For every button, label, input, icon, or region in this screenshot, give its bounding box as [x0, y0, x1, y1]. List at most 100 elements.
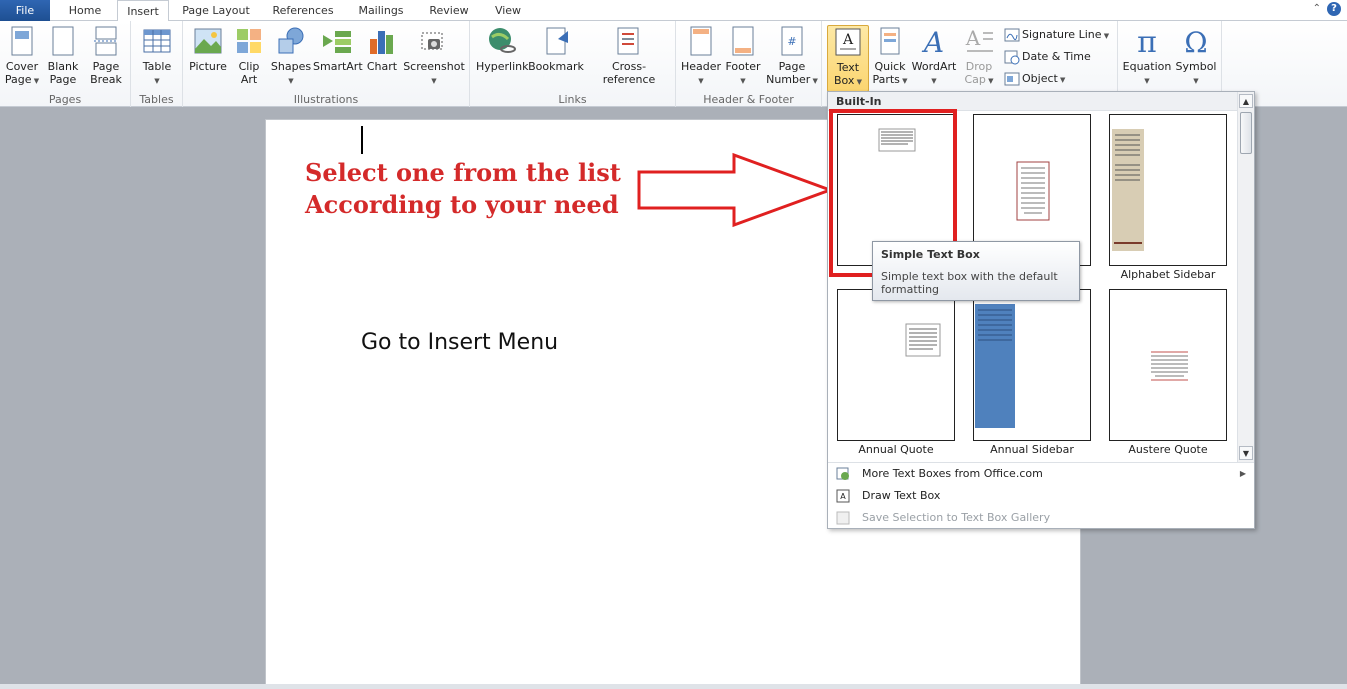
gallery-item-alphabet-sidebar[interactable]	[1109, 114, 1227, 266]
equation-button[interactable]: π Equation ▼	[1120, 25, 1174, 88]
footer-button[interactable]: Footer ▼	[722, 25, 764, 88]
gallery-scrollbar[interactable]: ▲ ▼	[1237, 92, 1254, 462]
tab-view[interactable]: View	[486, 0, 530, 21]
submenu-arrow-icon: ▶	[1239, 469, 1246, 478]
annual-sidebar-preview	[975, 304, 1015, 428]
cover-page-icon	[11, 26, 33, 56]
scroll-down-icon[interactable]: ▼	[1239, 446, 1253, 460]
chart-button[interactable]: Chart	[363, 25, 401, 73]
smartart-button[interactable]: SmartArt	[313, 25, 363, 73]
table-label: Table	[142, 60, 172, 73]
group-label-illustrations: Illustrations	[293, 93, 359, 106]
group-header-footer: Header ▼ Footer ▼ # Page Number ▼ Header &…	[676, 21, 822, 107]
shapes-button[interactable]: Shapes ▼	[269, 25, 313, 88]
date-time-label: Date & Time	[1022, 50, 1091, 63]
chart-icon	[370, 31, 393, 54]
symbol-button[interactable]: Ω Symbol ▼	[1172, 25, 1220, 88]
draw-text-box-icon: A	[836, 489, 850, 503]
tab-references[interactable]: References	[266, 0, 340, 21]
annotation-line-2: According to your need	[305, 190, 619, 219]
hyperlink-button[interactable]: Hyperlink	[476, 25, 529, 73]
text-cursor	[361, 126, 363, 154]
bookmark-button[interactable]: Bookmark	[528, 25, 584, 73]
wordart-button[interactable]: A WordArt ▼	[910, 25, 958, 88]
red-arrow-icon	[637, 152, 835, 228]
header-button[interactable]: Header ▼	[680, 25, 722, 88]
blank-page-label: Blank Page	[47, 60, 79, 86]
chart-label: Chart	[366, 60, 398, 73]
bookmark-label: Bookmark	[528, 60, 584, 73]
help-icon[interactable]: ?	[1327, 2, 1341, 16]
signature-line-button[interactable]: Signature Line ▼	[1004, 25, 1109, 45]
date-time-button[interactable]: Date & Time	[1004, 47, 1091, 67]
header-icon	[690, 26, 712, 56]
object-button[interactable]: Object ▼	[1004, 69, 1065, 89]
blank-page-button[interactable]: Blank Page	[44, 25, 82, 86]
office-online-icon	[836, 467, 849, 480]
table-button[interactable]: Table ▼	[137, 25, 177, 88]
cross-reference-label: Cross-reference	[602, 60, 656, 86]
scroll-thumb[interactable]	[1240, 112, 1252, 154]
footer-label: Footer	[725, 60, 761, 73]
status-bar	[0, 684, 1347, 689]
drop-cap-button[interactable]: A Drop Cap ▼	[960, 25, 998, 88]
gallery-item-annual-sidebar[interactable]	[973, 289, 1091, 441]
group-label-links: Links	[558, 93, 587, 106]
svg-text:#: #	[787, 35, 796, 48]
page-break-icon	[94, 26, 118, 56]
symbol-label: Symbol	[1175, 60, 1217, 73]
tab-file[interactable]: File	[0, 0, 50, 21]
cross-reference-button[interactable]: Cross-reference	[586, 25, 672, 86]
cover-page-button[interactable]: Cover Page ▼	[3, 25, 41, 88]
draw-text-box-label: Draw Text Box	[862, 489, 941, 502]
text-box-button[interactable]: A Text Box ▼	[827, 25, 869, 92]
draw-text-box-menu-item[interactable]: A Draw Text Box	[828, 485, 1254, 507]
tooltip-body: Simple text box with the default formatt…	[881, 270, 1058, 296]
page-break-button[interactable]: Page Break	[86, 25, 126, 86]
group-tables: Table ▼ Tables	[131, 21, 183, 107]
tab-page-layout[interactable]: Page Layout	[177, 0, 255, 21]
gallery-label-alphabet-sidebar: Alphabet Sidebar	[1120, 268, 1216, 281]
page-number-button[interactable]: # Page Number ▼	[766, 25, 818, 88]
page-number-icon: #	[781, 26, 803, 56]
shapes-label: Shapes	[270, 60, 312, 73]
wordart-icon: A	[921, 26, 944, 57]
tab-review[interactable]: Review	[422, 0, 476, 21]
clip-art-button[interactable]: Clip Art	[231, 25, 267, 86]
calendar-clock-icon	[1004, 50, 1020, 65]
tab-insert[interactable]: Insert	[117, 0, 169, 22]
quick-parts-button[interactable]: Quick Parts ▼	[872, 25, 908, 88]
gallery-item-austere-quote[interactable]	[1109, 289, 1227, 441]
minimize-ribbon-icon[interactable]: ⌃	[1313, 3, 1321, 14]
tab-mailings[interactable]: Mailings	[350, 0, 412, 21]
pi-icon: π	[1137, 25, 1157, 57]
screenshot-button[interactable]: Screenshot ▼	[403, 25, 465, 88]
scroll-up-icon[interactable]: ▲	[1239, 94, 1253, 108]
page-number-label: Page Number	[766, 60, 811, 86]
group-label-tables: Tables	[139, 93, 174, 106]
gallery-label-annual-quote: Annual Quote	[858, 443, 934, 456]
more-text-boxes-menu-item[interactable]: More Text Boxes from Office.com ▶	[828, 463, 1254, 485]
tab-home[interactable]: Home	[60, 0, 110, 21]
save-selection-menu-item[interactable]: Save Selection to Text Box Gallery	[828, 507, 1254, 529]
alphabet-sidebar-preview	[1112, 129, 1144, 251]
gallery-label-austere-quote: Austere Quote	[1128, 443, 1208, 456]
austere-quote-preview	[1151, 351, 1188, 381]
svg-text:A: A	[965, 26, 981, 50]
group-illustrations: Picture Clip Art Shapes ▼ SmartArt Chart …	[183, 21, 470, 107]
gallery-item-annual-quote[interactable]	[837, 289, 955, 441]
clip-art-icon	[237, 29, 261, 53]
shapes-icon	[278, 27, 304, 54]
clip-art-label: Clip Art	[238, 60, 260, 86]
footer-icon	[732, 26, 754, 56]
table-icon	[143, 29, 171, 53]
wordart-label: WordArt	[911, 60, 957, 73]
object-label: Object	[1022, 72, 1058, 85]
page-break-label: Page Break	[90, 60, 122, 86]
picture-button[interactable]: Picture	[187, 25, 229, 73]
ribbon-tab-bar: File Home Insert Page Layout References …	[0, 0, 1347, 22]
svg-text:Ω: Ω	[1184, 26, 1207, 57]
picture-label: Picture	[189, 60, 227, 73]
bookmark-icon	[546, 27, 568, 55]
blank-page-icon	[52, 26, 74, 56]
